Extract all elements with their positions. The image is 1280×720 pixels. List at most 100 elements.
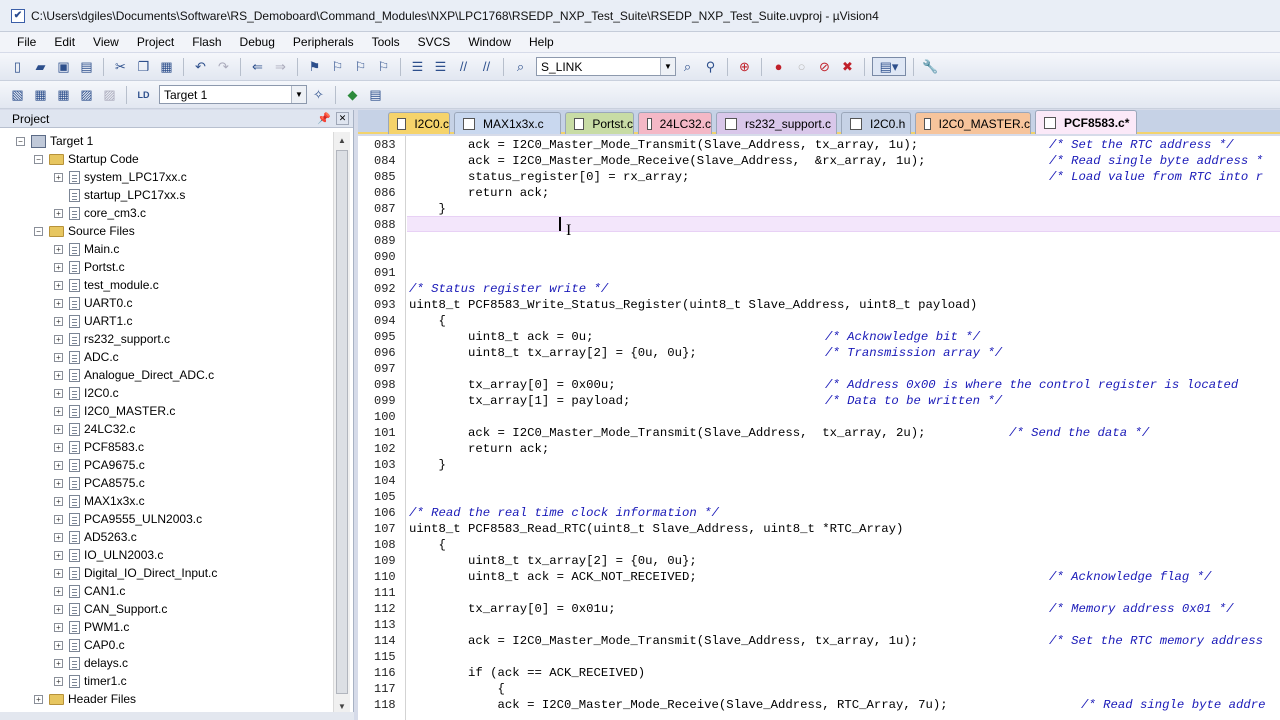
clear-bookmarks-icon[interactable]: ⚐ xyxy=(374,57,393,76)
expand-icon[interactable]: + xyxy=(54,316,63,326)
tab-i2c0-h[interactable]: I2C0.h xyxy=(841,112,911,134)
configure-icon[interactable]: 🔧 xyxy=(921,57,940,76)
tree-item-delays-c[interactable]: + delays.c xyxy=(54,654,128,672)
menu-flash[interactable]: Flash xyxy=(183,35,230,49)
tree-item-startup-lpc17xx-s[interactable]: startup_LPC17xx.s xyxy=(54,186,185,204)
tree-item-system-lpc17xx-c[interactable]: + system_LPC17xx.c xyxy=(54,168,187,186)
find-in-files-icon[interactable]: ⌕ xyxy=(511,57,530,76)
code-editor[interactable]: 083 084 085 086 087 088 089 090 091 092 093 094 095 0… xyxy=(358,136,1280,720)
scroll-thumb[interactable] xyxy=(336,150,348,694)
expand-icon[interactable]: + xyxy=(54,532,63,542)
tree-item-source-files[interactable]: − Source Files xyxy=(34,222,135,240)
bookmark-icon[interactable]: ⚑ xyxy=(305,57,324,76)
pin-icon[interactable]: 📌 xyxy=(317,112,331,125)
undo-icon[interactable]: ↶ xyxy=(191,57,210,76)
tree-item-uart0-c[interactable]: + UART0.c xyxy=(54,294,132,312)
chevron-down-icon[interactable]: ▼ xyxy=(291,86,306,103)
tree-scrollbar[interactable]: ▲ ▼ xyxy=(333,132,350,720)
close-icon[interactable]: ✕ xyxy=(336,112,349,125)
expand-icon[interactable]: + xyxy=(54,172,63,182)
expand-icon[interactable]: + xyxy=(54,388,63,398)
menu-help[interactable]: Help xyxy=(520,35,563,49)
expand-icon[interactable]: + xyxy=(54,244,63,254)
tree-item-test-module-c[interactable]: + test_module.c xyxy=(54,276,159,294)
unindent-icon[interactable]: ☰ xyxy=(431,57,450,76)
window-layout-icon[interactable]: ▤▾ xyxy=(872,57,906,76)
target-combo[interactable]: Target 1 ▼ xyxy=(159,85,307,104)
tree-item-ad5263-c[interactable]: + AD5263.c xyxy=(54,528,137,546)
expand-icon[interactable]: + xyxy=(34,694,43,704)
menu-peripherals[interactable]: Peripherals xyxy=(284,35,363,49)
tree-item-rs232-support-c[interactable]: + rs232_support.c xyxy=(54,330,170,348)
collapse-icon[interactable]: − xyxy=(16,136,25,146)
tree-item-i2c0-c[interactable]: + I2C0.c xyxy=(54,384,119,402)
expand-icon[interactable]: + xyxy=(54,406,63,416)
tree-item-portst-c[interactable]: + Portst.c xyxy=(54,258,125,276)
expand-icon[interactable]: + xyxy=(54,478,63,488)
menu-tools[interactable]: Tools xyxy=(363,35,409,49)
menu-view[interactable]: View xyxy=(84,35,128,49)
expand-icon[interactable]: + xyxy=(54,676,63,686)
tab-pcf8583-c[interactable]: PCF8583.c* xyxy=(1035,110,1137,134)
manage-books-icon[interactable]: ▤ xyxy=(366,85,385,104)
disable-breakpoints-icon[interactable]: ⊘ xyxy=(815,57,834,76)
find-icon[interactable]: ⚲ xyxy=(701,57,720,76)
find-combo[interactable]: S_LINK ▼ xyxy=(536,57,676,76)
expand-icon[interactable]: + xyxy=(54,622,63,632)
expand-icon[interactable]: + xyxy=(54,550,63,560)
tree-item-analogue-direct-adc-c[interactable]: + Analogue_Direct_ADC.c xyxy=(54,366,214,384)
menu-debug[interactable]: Debug xyxy=(231,35,284,49)
kill-breakpoints-icon[interactable]: ✖ xyxy=(838,57,857,76)
expand-icon[interactable]: + xyxy=(54,352,63,362)
menu-svcs[interactable]: SVCS xyxy=(409,35,460,49)
save-all-icon[interactable]: ▤ xyxy=(77,57,96,76)
tree-item-startup-code[interactable]: − Startup Code xyxy=(34,150,139,168)
expand-icon[interactable]: + xyxy=(54,208,63,218)
navigate-back-icon[interactable]: ⇐ xyxy=(248,57,267,76)
paste-icon[interactable]: ▦ xyxy=(157,57,176,76)
tree-item-can1-c[interactable]: + CAN1.c xyxy=(54,582,125,600)
collapse-icon[interactable]: − xyxy=(34,154,43,164)
target-options-icon[interactable]: ✧ xyxy=(309,85,328,104)
expand-icon[interactable]: + xyxy=(54,586,63,596)
indent-icon[interactable]: ☰ xyxy=(408,57,427,76)
collapse-icon[interactable]: − xyxy=(34,226,43,236)
scroll-up-icon[interactable]: ▲ xyxy=(334,132,350,148)
tree-item-target-1[interactable]: − Target 1 xyxy=(16,132,93,150)
new-file-icon[interactable]: ▯ xyxy=(8,57,27,76)
manage-components-icon[interactable]: ◆ xyxy=(343,85,362,104)
expand-icon[interactable]: + xyxy=(54,658,63,668)
menu-file[interactable]: File xyxy=(8,35,45,49)
tree-item-i2c0-master-c[interactable]: + I2C0_MASTER.c xyxy=(54,402,175,420)
expand-icon[interactable]: + xyxy=(54,640,63,650)
tab-rs232-support-c[interactable]: rs232_support.c xyxy=(716,112,837,134)
uncomment-icon[interactable]: // xyxy=(477,57,496,76)
tree-item-pcf8583-c[interactable]: + PCF8583.c xyxy=(54,438,144,456)
expand-icon[interactable]: + xyxy=(54,460,63,470)
tree-item-timer1-c[interactable]: + timer1.c xyxy=(54,672,127,690)
tree-item-cap0-c[interactable]: + CAP0.c xyxy=(54,636,125,654)
tree-item-header-files[interactable]: + Header Files xyxy=(34,690,136,708)
redo-icon[interactable]: ↷ xyxy=(214,57,233,76)
tree-item-pca9675-c[interactable]: + PCA9675.c xyxy=(54,456,145,474)
menu-project[interactable]: Project xyxy=(128,35,183,49)
tree-item-main-c[interactable]: + Main.c xyxy=(54,240,119,258)
tree-item-uart1-c[interactable]: + UART1.c xyxy=(54,312,132,330)
load-flash-icon[interactable]: LD xyxy=(134,85,153,104)
tree-item-max1x3x-c[interactable]: + MAX1x3x.c xyxy=(54,492,145,510)
batch-build-icon[interactable]: ▨ xyxy=(77,85,96,104)
tab-i2c0-c[interactable]: I2C0.c xyxy=(388,112,450,134)
enable-breakpoint-icon[interactable]: ○ xyxy=(792,57,811,76)
expand-icon[interactable]: + xyxy=(54,496,63,506)
build-icon[interactable]: ▦ xyxy=(31,85,50,104)
cut-icon[interactable]: ✂ xyxy=(111,57,130,76)
tree-item-io-uln2003-c[interactable]: + IO_ULN2003.c xyxy=(54,546,163,564)
incremental-find-icon[interactable]: ⌕ xyxy=(678,57,697,76)
expand-icon[interactable]: + xyxy=(54,298,63,308)
tree-item-pca8575-c[interactable]: + PCA8575.c xyxy=(54,474,145,492)
tab-i2c0-master-c[interactable]: I2C0_MASTER.c xyxy=(915,112,1031,134)
tree-item-core-cm3-c[interactable]: + core_cm3.c xyxy=(54,204,146,222)
insert-breakpoint-icon[interactable]: ● xyxy=(769,57,788,76)
debug-session-icon[interactable]: ⊕ xyxy=(735,57,754,76)
expand-icon[interactable]: + xyxy=(54,442,63,452)
